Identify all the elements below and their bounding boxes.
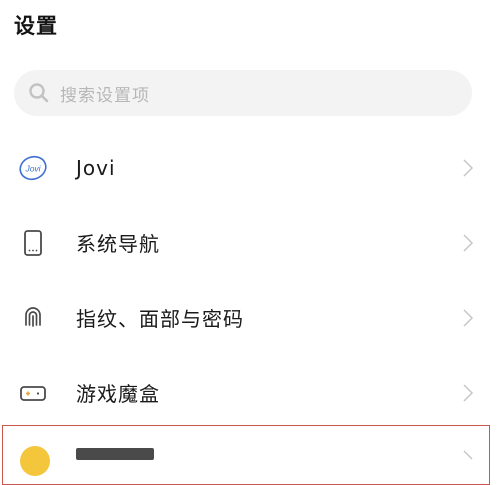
partial-item-label [76, 448, 154, 460]
settings-item-system-navigation[interactable]: 系统导航 [0, 205, 500, 280]
game-box-icon [18, 378, 48, 408]
settings-item-jovi[interactable]: Jovi Jovi [0, 130, 500, 205]
item-label-jovi: Jovi [76, 155, 116, 180]
chevron-right-icon [463, 158, 474, 177]
search-placeholder: 搜索设置项 [60, 85, 150, 106]
item-label-game-box: 游戏魔盒 [76, 382, 160, 406]
partial-settings-icon [20, 446, 50, 476]
search-icon [29, 83, 49, 103]
item-label-fingerprint-face-password: 指纹、面部与密码 [76, 307, 244, 331]
search-bar[interactable]: 搜索设置项 [14, 70, 472, 116]
chevron-right-icon [463, 450, 473, 460]
settings-item-game-box[interactable]: 游戏魔盒 [0, 355, 500, 430]
item-label-system-navigation: 系统导航 [76, 232, 160, 256]
jovi-icon: Jovi [18, 153, 48, 183]
settings-list: Jovi Jovi 系统导航 指纹、面部与密码 游戏魔盒 [0, 130, 500, 430]
page-title: 设置 [14, 14, 58, 38]
phone-navigation-icon [18, 228, 48, 258]
chevron-right-icon [463, 383, 474, 402]
fingerprint-icon [18, 303, 48, 333]
svg-text:Jovi: Jovi [24, 163, 41, 173]
chevron-right-icon [463, 233, 474, 252]
settings-item-fingerprint-face-password[interactable]: 指纹、面部与密码 [0, 280, 500, 355]
chevron-right-icon [463, 308, 474, 327]
